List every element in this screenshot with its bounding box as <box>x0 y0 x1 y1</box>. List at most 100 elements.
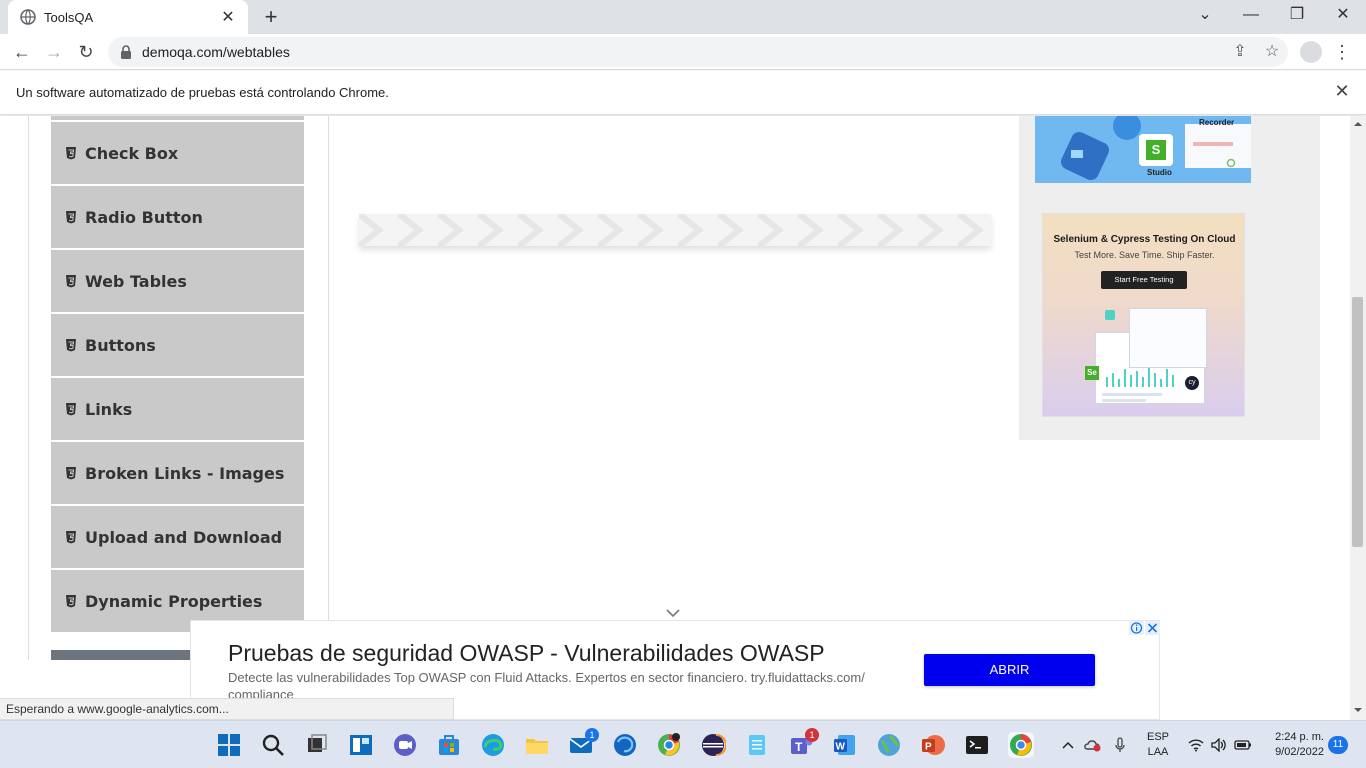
ad-close-icon[interactable] <box>1145 621 1160 635</box>
svg-text:T: T <box>795 740 803 754</box>
back-button[interactable]: ← <box>8 38 36 66</box>
automation-message: Un software automatizado de pruebas está… <box>16 85 389 100</box>
menu-item-radio-button[interactable]: Radio Button <box>51 186 304 248</box>
menu-item-label: Radio Button <box>85 207 203 227</box>
menu-item-upload-download[interactable]: Upload and Download <box>51 506 304 568</box>
battery-icon[interactable] <box>1232 721 1254 768</box>
menu-group-header-partial[interactable] <box>51 650 191 660</box>
url-text: demoqa.com/webtables <box>142 44 290 60</box>
menu-item-check-box[interactable]: Check Box <box>51 122 304 184</box>
menu-item-links[interactable]: Links <box>51 378 304 440</box>
powerpoint-icon[interactable]: P <box>920 732 946 758</box>
svg-text:P: P <box>925 742 932 753</box>
scroll-down-arrow-icon[interactable] <box>1354 706 1362 714</box>
file-explorer-icon[interactable] <box>524 732 550 758</box>
menu-item-label: Upload and Download <box>85 527 283 547</box>
menu-item-label: Web Tables <box>85 271 187 291</box>
restore-button[interactable]: ❐ <box>1274 0 1320 30</box>
selenium-logo-icon: Se <box>1085 366 1099 380</box>
open-ad-button[interactable]: ABRIR <box>924 654 1095 686</box>
html5-icon <box>66 339 76 352</box>
mail-badge: 1 <box>585 728 599 742</box>
browser-tab[interactable]: ToolsQA ✕ <box>8 0 248 34</box>
svg-text:W: W <box>836 742 846 753</box>
html5-icon <box>66 467 76 480</box>
wifi-icon[interactable] <box>1186 721 1206 768</box>
edge-icon[interactable] <box>480 732 506 758</box>
task-view-icon[interactable] <box>304 732 330 758</box>
tab-title: ToolsQA <box>44 9 94 25</box>
reload-button[interactable]: ↻ <box>72 38 100 66</box>
keyboard-layout: LAA <box>1147 746 1169 758</box>
menu-item-label: Dynamic Properties <box>85 591 263 611</box>
windows-taskbar: 1 T 1 W P ESP LAA 2:24 p. m. 9/02/2022 1… <box>0 720 1366 768</box>
close-tab-icon[interactable]: ✕ <box>218 7 238 27</box>
terminal-icon[interactable] <box>964 732 990 758</box>
automation-infobar: Un software automatizado de pruebas está… <box>0 71 1366 115</box>
system-clock[interactable]: 2:24 p. m. 9/02/2022 <box>1258 730 1324 760</box>
chrome-dev-icon[interactable] <box>656 732 682 758</box>
minimize-button[interactable]: — <box>1228 0 1274 30</box>
chevron-down-icon[interactable] <box>666 606 680 620</box>
menu-item-label: Links <box>85 399 133 419</box>
browser-toolbar: ← → ↻ demoqa.com/webtables ⇪ ☆ ⋮ <box>0 34 1366 70</box>
infobar-close-icon[interactable]: ✕ <box>1332 81 1352 102</box>
clock-time: 2:24 p. m. <box>1275 731 1324 743</box>
start-free-testing-button[interactable]: Start Free Testing <box>1101 271 1187 289</box>
empty-content-panel <box>359 214 991 246</box>
s-logo-icon: S <box>1146 140 1166 160</box>
notepad-icon[interactable] <box>744 732 770 758</box>
store-icon[interactable] <box>436 732 462 758</box>
new-tab-button[interactable]: + <box>258 4 284 30</box>
sidebar-divider <box>328 116 329 660</box>
start-windows-icon[interactable] <box>216 732 242 758</box>
address-bar[interactable]: demoqa.com/webtables <box>108 37 1288 67</box>
page-scrollbar[interactable] <box>1350 116 1366 720</box>
chevron-up-icon[interactable] <box>1058 721 1078 768</box>
globe-icon <box>20 9 36 25</box>
menu-kebab-icon[interactable]: ⋮ <box>1332 38 1352 66</box>
menu-item-buttons[interactable]: Buttons <box>51 314 304 376</box>
firefox-icon[interactable] <box>612 732 638 758</box>
word-icon[interactable]: W <box>832 732 858 758</box>
adchoices-icon[interactable] <box>1129 621 1144 635</box>
profile-avatar[interactable] <box>1300 41 1322 63</box>
html5-icon <box>66 147 76 160</box>
eclipse-icon[interactable] <box>700 732 727 758</box>
menu-item-label: Buttons <box>85 335 156 355</box>
tab-strip: ToolsQA ✕ + ⌄ — ❐ ✕ <box>0 0 1366 34</box>
language-indicator[interactable]: ESP LAA <box>1140 730 1176 760</box>
widgets-icon[interactable] <box>348 732 374 758</box>
share-icon[interactable]: ⇪ <box>1226 38 1254 66</box>
volume-icon[interactable] <box>1209 721 1229 768</box>
menu-item-label: Check Box <box>85 143 179 163</box>
web-page: Check Box Radio Button Web Tables Button… <box>0 116 1350 660</box>
pattern-icon <box>359 214 984 246</box>
status-bubble: Esperando a www.google-analytics.com... <box>0 698 454 720</box>
dashboard-panel <box>1129 308 1207 368</box>
scrollbar-thumb[interactable] <box>1352 297 1363 547</box>
globe-app-icon[interactable] <box>876 732 902 758</box>
search-icon[interactable] <box>260 732 286 758</box>
studio-logo: S <box>1139 134 1173 166</box>
recorder-label: Recorder <box>1199 118 1235 127</box>
tab-search-chevron-icon[interactable]: ⌄ <box>1182 0 1228 30</box>
cloud-testing-ad[interactable]: Selenium & Cypress Testing On Cloud Test… <box>1042 213 1245 417</box>
lock-icon <box>121 45 131 59</box>
teams-icon[interactable]: T 1 <box>788 728 819 758</box>
close-window-button[interactable]: ✕ <box>1320 0 1366 30</box>
recorder-ad-banner[interactable]: Recorder S Studio <box>1035 116 1251 183</box>
ad-headline[interactable]: Pruebas de seguridad OWASP - Vulnerabili… <box>228 640 825 667</box>
microphone-icon[interactable] <box>1110 721 1130 768</box>
forward-button[interactable]: → <box>40 38 68 66</box>
menu-item-web-tables[interactable]: Web Tables <box>51 250 304 312</box>
meet-chat-icon[interactable] <box>392 732 418 758</box>
bookmark-star-icon[interactable]: ☆ <box>1258 38 1286 66</box>
chrome-icon[interactable] <box>1008 732 1034 758</box>
scroll-up-arrow-icon[interactable] <box>1354 120 1362 128</box>
notification-count-badge[interactable]: 11 <box>1328 736 1348 754</box>
studio-label: Studio <box>1147 168 1172 177</box>
mail-icon[interactable]: 1 <box>568 728 599 758</box>
menu-item-broken-links[interactable]: Broken Links - Images <box>51 442 304 504</box>
onedrive-icon[interactable] <box>1082 721 1104 768</box>
